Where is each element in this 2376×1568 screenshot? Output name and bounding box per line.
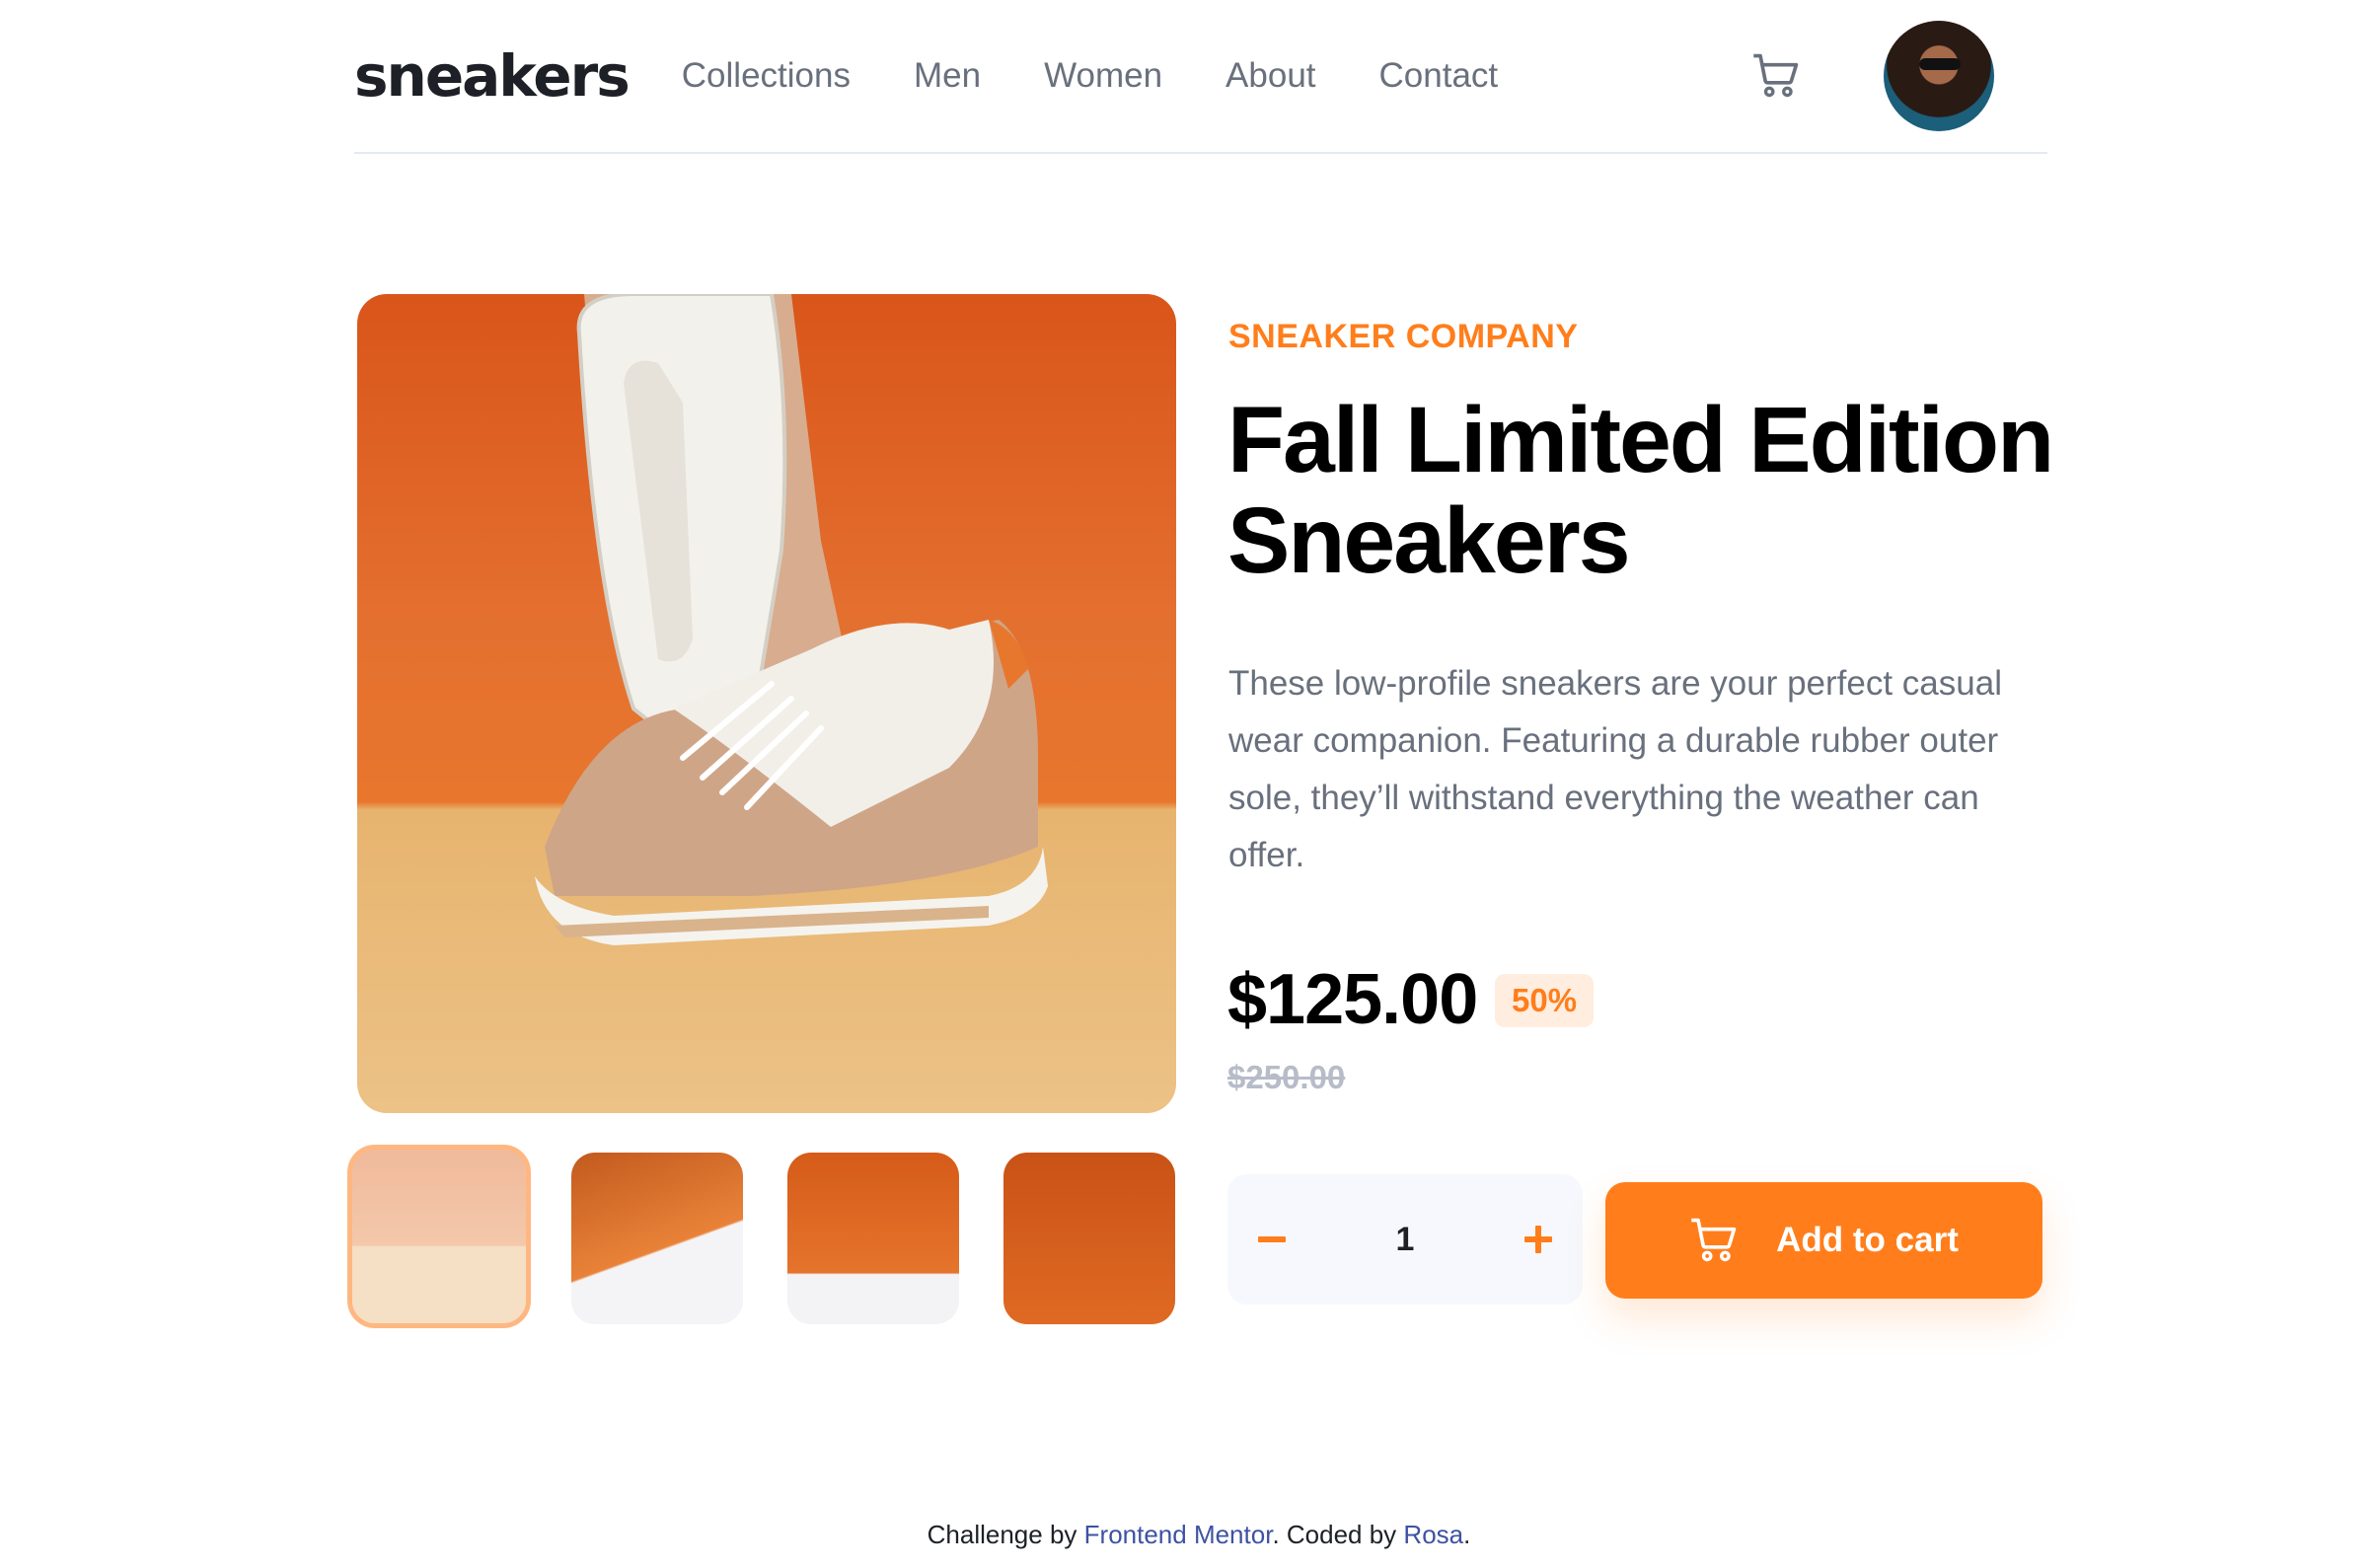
increase-quantity-button[interactable] (1494, 1174, 1583, 1305)
quantity-value: 1 (1395, 1220, 1415, 1258)
discount-badge: 50% (1495, 974, 1595, 1027)
thumbnail-3[interactable] (787, 1153, 959, 1324)
minus-icon (1258, 1236, 1286, 1242)
current-price: $125.00 (1227, 960, 1478, 1039)
main-product-image[interactable] (357, 294, 1176, 1113)
site-header: sneakers Collections Men Women About Con… (354, 0, 2047, 154)
original-price: $250.00 (1227, 1059, 1346, 1095)
company-name: SNEAKER COMPANY (1228, 318, 1579, 355)
product-description: These low-profile sneakers are your perf… (1228, 664, 2002, 874)
thumbnail-2[interactable] (571, 1153, 743, 1324)
attribution: Challenge by Frontend Mentor. Coded by R… (0, 1520, 2376, 1550)
attribution-suffix: . (1463, 1520, 1471, 1549)
nav-men[interactable]: Men (914, 56, 981, 96)
nav-about[interactable]: About (1225, 56, 1315, 96)
author-link[interactable]: Rosa (1403, 1520, 1463, 1549)
thumbnail-1[interactable] (347, 1145, 531, 1328)
cart-icon (1691, 1218, 1737, 1262)
avatar-glasses (1919, 58, 1961, 70)
product-title: Fall Limited Edition Sneakers (1227, 388, 2054, 593)
add-to-cart-label: Add to cart (1776, 1221, 1959, 1259)
quantity-stepper: 1 (1227, 1174, 1583, 1305)
attribution-prefix: Challenge by (927, 1520, 1077, 1549)
main-nav: Collections Men Women About Contact (682, 56, 1561, 96)
attribution-middle: . Coded by (1272, 1520, 1397, 1549)
nav-collections[interactable]: Collections (682, 56, 851, 96)
cart-icon (1753, 53, 1799, 98)
nav-women[interactable]: Women (1044, 56, 1162, 96)
cart-button[interactable] (1749, 49, 1803, 103)
logo[interactable]: sneakers (354, 47, 631, 105)
header-actions (1749, 21, 2047, 131)
decrease-quantity-button[interactable] (1227, 1174, 1316, 1305)
add-to-cart-button[interactable]: Add to cart (1605, 1182, 2042, 1299)
thumbnail-strip (347, 1145, 1175, 1328)
sneaker-illustration (535, 294, 1048, 945)
frontend-mentor-link[interactable]: Frontend Mentor (1084, 1520, 1273, 1549)
thumbnail-4[interactable] (1003, 1153, 1175, 1324)
avatar[interactable] (1884, 21, 1994, 131)
plus-icon (1523, 1226, 1552, 1253)
nav-contact[interactable]: Contact (1379, 56, 1499, 96)
